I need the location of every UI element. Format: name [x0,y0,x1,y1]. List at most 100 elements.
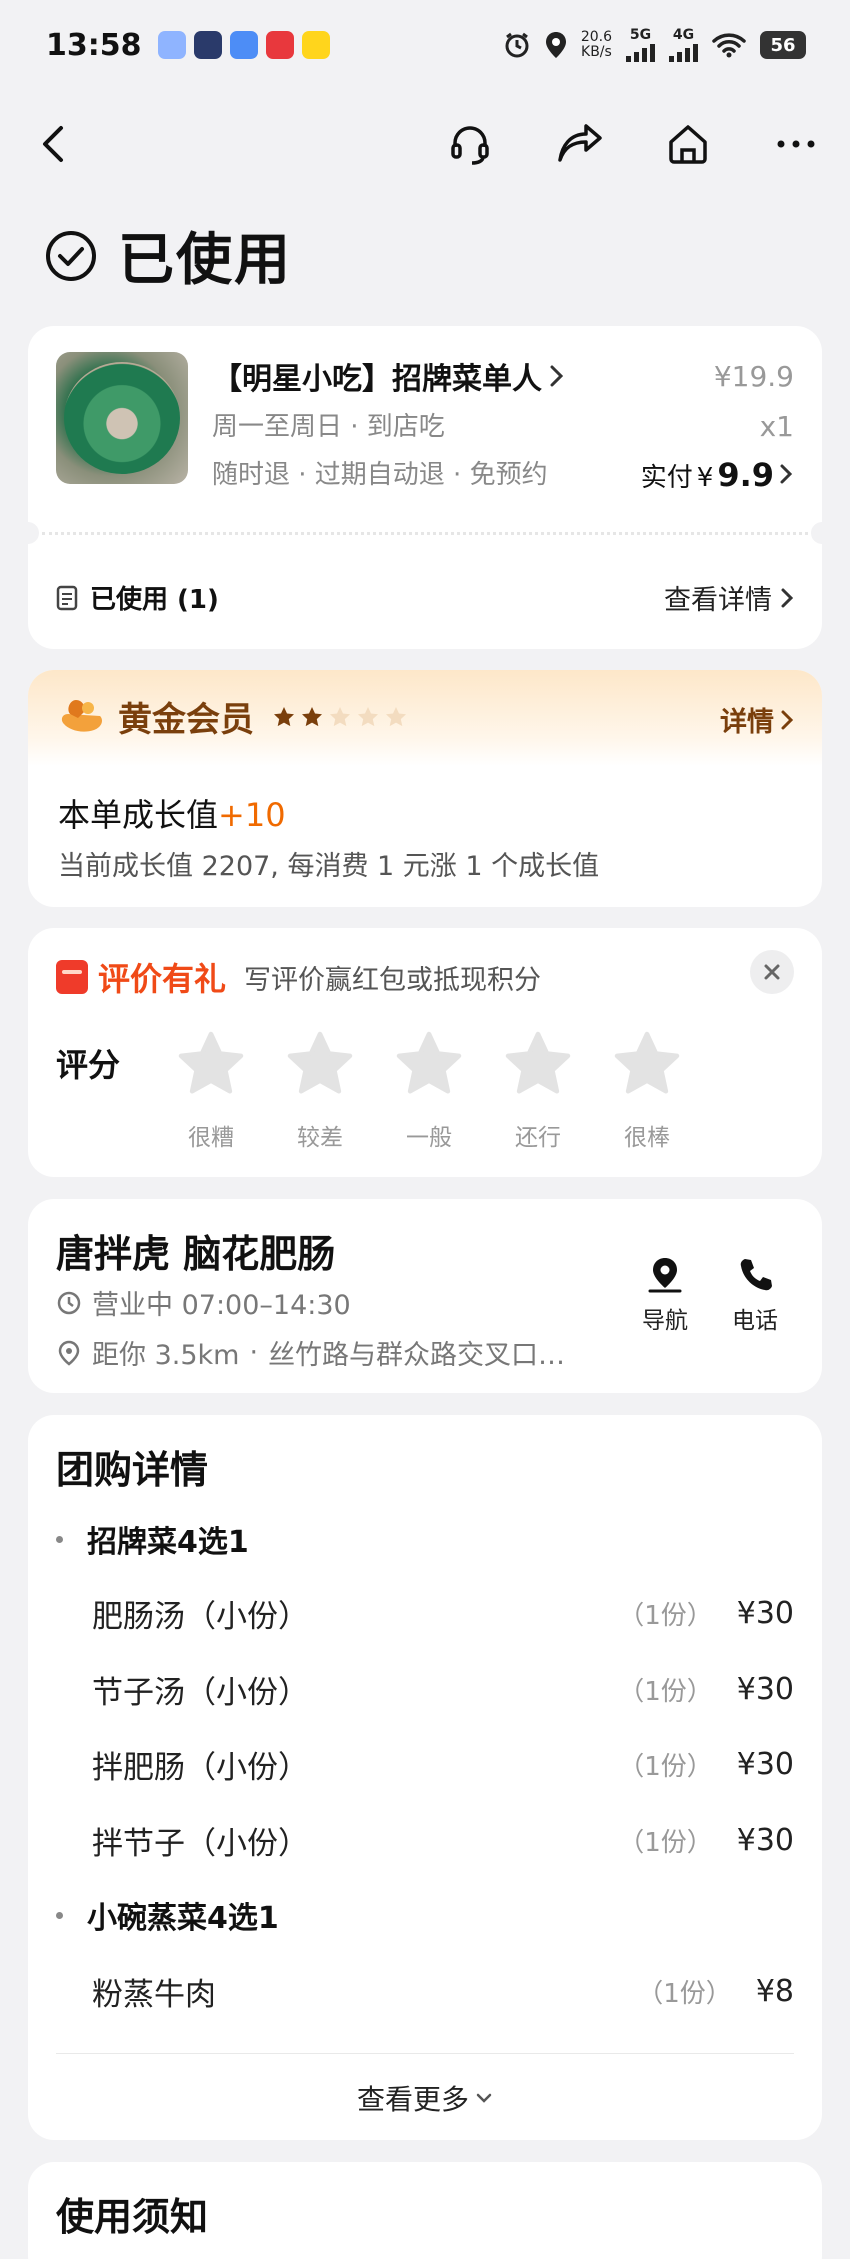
member-level: 黄金会员 [58,692,408,741]
group-section-header: 小碗蒸菜4选1 [56,1893,279,1937]
app-notification-icon [301,31,330,59]
back-button[interactable] [30,120,78,168]
group-item: 肥肠汤（小份） （1份） ¥30 [92,1591,794,1636]
app-notification-icon [229,31,258,59]
order-growth: 本单成长值+10 [58,790,286,836]
coupon-usage-row: 已使用 (1) 查看详情 [56,578,794,617]
deal-policy: 随时退 · 过期自动退 · 免预约 [212,460,548,490]
group-item: 粉蒸牛肉 （1份） ¥8 [92,1969,794,2014]
chevron-down-icon [476,2093,492,2103]
star-empty-icon [358,706,378,726]
phone-icon [740,1259,772,1291]
member-level-name: 黄金会员 [118,700,254,740]
phone-label: 电话 [732,1308,778,1334]
growth-value: +10 [218,796,286,834]
item-price: ¥30 [736,1747,794,1782]
document-icon [56,585,78,610]
rating-star-4[interactable]: 还行 [493,1028,583,1152]
home-button[interactable] [664,120,712,168]
phone-button[interactable]: 电话 [732,1255,778,1335]
paid-amount: 9.9 [717,456,774,494]
member-card: 黄金会员 详情 本单成长值+10 当前成长值 2207, 每消费 1 元涨 1 … [28,670,822,907]
see-more-button[interactable]: 查看更多 [28,2078,822,2118]
item-qty: （1份） [618,1828,713,1858]
group-item: 拌节子（小份） （1份） ¥30 [92,1818,794,1863]
rating-star-3[interactable]: 一般 [384,1028,474,1152]
store-hours: 营业中 07:00–14:30 [92,1290,351,1321]
star-icon [396,1031,462,1094]
ticket-divider [42,532,808,535]
item-name: 肥肠汤（小份） [92,1599,309,1635]
rating-star-2[interactable]: 较差 [275,1028,365,1152]
quantity: x1 [759,410,794,443]
store-name[interactable]: 唐拌虎 脑花肥肠 [56,1223,335,1278]
close-icon [764,964,780,980]
deal-thumbnail[interactable] [56,352,188,484]
red-envelope-icon [56,960,88,994]
signal-bars-icon [626,42,655,62]
signal-4g: 4G [669,28,698,62]
chevron-right-icon [781,588,794,607]
item-qty: （1份） [637,1979,732,2009]
network-speed-unit: KB/s [581,44,612,60]
app-notification-icon [157,31,186,59]
separator-dot: · [249,1337,259,1368]
share-arrow-icon [558,124,602,162]
item-price: ¥30 [736,1596,794,1631]
rating-star-label: 很棒 [624,1125,670,1151]
order-status-header: 已使用 [44,215,292,296]
item-name: 粉蒸牛肉 [92,1977,216,2013]
used-count-label: 已使用 (1) [90,585,219,615]
score-label: 评分 [56,1046,121,1084]
review-subtitle: 写评价赢红包或抵现积分 [244,964,542,996]
store-address-row: 距你 3.5km · 丝竹路与群众路交叉口… [56,1333,565,1372]
member-details-label: 详情 [720,707,774,738]
location-icon [58,1340,80,1366]
rating-star-label: 一般 [406,1125,452,1151]
close-review-button[interactable] [750,950,794,994]
clock-icon [57,1291,81,1314]
wifi-icon [712,33,746,58]
group-details-title: 团购详情 [56,1448,209,1492]
rating-star-1[interactable]: 很糟 [166,1028,256,1152]
battery-indicator: 56 [760,31,806,59]
group-section-name: 小碗蒸菜4选1 [87,1901,279,1936]
network-speed-value: 20.6 [580,29,612,45]
chevron-right-icon [780,464,793,484]
signal-5g-label: 5G [629,27,652,43]
app-notification-icon [265,31,294,59]
deal-schedule: 周一至周日 · 到店吃 [212,412,445,442]
member-details-button[interactable]: 详情 [720,700,794,739]
item-name: 节子汤（小份） [92,1675,309,1711]
star-filled-icon [274,706,294,726]
share-button[interactable] [556,120,604,168]
review-header: 评价有礼 写评价赢红包或抵现积分 [56,954,541,1000]
store-distance: 距你 3.5km [92,1340,240,1371]
group-details-card: 团购详情 招牌菜4选1 肥肠汤（小份） （1份） ¥30 节子汤（小份） （1份… [28,1415,822,2140]
star-empty-icon [330,706,350,726]
deal-name: 【明星小吃】招牌菜单人 [212,362,542,397]
deal-name-link[interactable]: 【明星小吃】招牌菜单人 [212,354,564,398]
status-app-icons [157,31,330,59]
usage-notice-title: 使用须知 [56,2195,209,2239]
rating-star-5[interactable]: 很棒 [602,1028,692,1152]
paid-amount-link[interactable]: 实付 ¥ 9.9 [641,456,794,494]
usage-notice-card: 使用须知 [28,2162,822,2259]
member-star-rating [272,705,408,729]
more-button[interactable] [772,120,820,168]
item-name: 拌肥肠（小份） [92,1750,309,1786]
star-filled-icon [302,706,322,726]
page-title: 已使用 [118,228,292,293]
status-time: 13:58 [46,27,142,63]
rating-star-label: 很糟 [188,1125,234,1151]
group-section-header: 招牌菜4选1 [56,1517,249,1561]
paid-label: 实付 [640,463,693,493]
growth-label: 本单成长值 [58,796,219,834]
customer-service-button[interactable] [446,120,494,168]
rating-star-label: 较差 [297,1125,343,1151]
ticket-notch [17,522,39,544]
navigation-button[interactable]: 导航 [642,1255,688,1335]
view-details-button[interactable]: 查看详情 [664,578,794,617]
review-title: 评价有礼 [98,960,227,998]
location-pin-icon [545,32,566,58]
